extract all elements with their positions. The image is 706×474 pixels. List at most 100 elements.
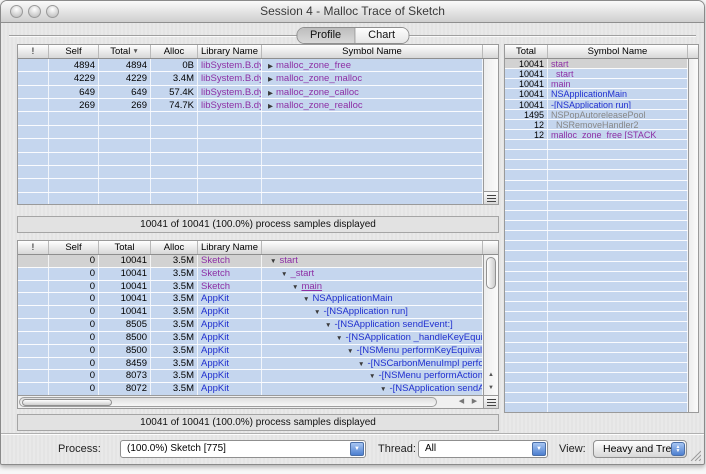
table-row[interactable] [505,211,688,221]
table-row[interactable]: 085053.5MAppKit▼-[NSApplication sendEven… [18,319,483,332]
column-header-symbol-name[interactable]: Symbol Name [262,45,483,58]
table-row[interactable] [505,150,688,160]
disclosure-expanded-icon[interactable]: ▼ [336,335,342,342]
scroll-up-arrow-icon[interactable]: ▲ [484,369,498,381]
table-row[interactable] [505,353,688,363]
table-row[interactable]: 0100413.5MAppKit▼NSApplicationMain [18,293,483,306]
table-row[interactable]: 0100413.5MAppKit▼-[NSApplication run] [18,306,483,319]
table-row[interactable]: 64964957.4KlibSystem.B.dylib▶malloc_zone… [18,86,483,99]
table-row[interactable] [505,191,688,201]
outline-toggle-button[interactable] [484,191,498,204]
disclosure-expanded-icon[interactable]: ▼ [270,258,276,265]
disclosure-expanded-icon[interactable]: ▼ [281,271,287,278]
table-row[interactable] [505,312,688,322]
table-row[interactable]: 080733.5MAppKit▼-[NSMenu performActionFo… [18,370,483,383]
dropdown-button[interactable]: ▼ [350,442,364,456]
disclosure-expanded-icon[interactable]: ▼ [380,386,386,393]
disclosure-expanded-icon[interactable]: ▼ [369,373,375,380]
table-row[interactable]: 10041main [505,79,688,89]
table-row[interactable]: 085003.5MAppKit▼-[NSMenu performKeyEquiv… [18,345,483,358]
disclosure-expanded-icon[interactable]: ▼ [358,361,364,368]
resize-grip[interactable] [690,450,701,461]
view-select[interactable]: Heavy and Tree ▲ ▼ [593,440,687,458]
table-row[interactable] [505,272,688,282]
column-header-symbol-name[interactable]: Symbol Name [548,45,688,58]
column-header-self[interactable]: Self [49,241,99,254]
tree-table-vertical-scrollbar[interactable]: ▲ ▼ [483,255,498,395]
table-row[interactable] [18,112,483,125]
table-row[interactable] [505,170,688,180]
table-row[interactable] [505,393,688,403]
disclosure-expanded-icon[interactable]: ▼ [292,284,298,291]
table-row[interactable]: 0100413.5MSketch▼_start [18,268,483,281]
title-bar[interactable]: Session 4 - Malloc Trace of Sketch [1,1,704,23]
popup-button[interactable]: ▲ ▼ [671,442,685,456]
table-row[interactable]: 10041NSApplicationMain [505,89,688,99]
disclosure-expanded-icon[interactable]: ▼ [347,348,353,355]
vertical-scroll-thumb[interactable] [486,257,496,289]
table-row[interactable]: 10041_start [505,69,688,79]
column-header-library-name[interactable]: Library Name [198,241,262,254]
tree-table-horizontal-scrollbar[interactable]: ◀ ▶ [18,395,483,408]
scroll-down-arrow-icon[interactable]: ▼ [484,382,498,394]
table-row[interactable] [505,140,688,150]
horizontal-scroll-thumb[interactable] [22,399,112,406]
table-row[interactable] [505,201,688,211]
disclosure-expanded-icon[interactable]: ▼ [303,296,309,303]
table-row[interactable]: 1495NSPopAutoreleasePool [505,110,688,120]
table-row[interactable] [18,193,483,204]
table-row[interactable]: 422942293.4MlibSystem.B.dylib▶malloc_zon… [18,72,483,85]
disclosure-collapsed-icon[interactable]: ▶ [268,63,273,70]
table-row[interactable]: 0100413.5MSketch▼main [18,281,483,294]
column-header-total[interactable]: Total▼ [99,45,151,58]
column-header-total[interactable]: Total [99,241,151,254]
table-row[interactable]: 085003.5MAppKit▼-[NSApplication _handleK… [18,332,483,345]
outline-toggle-button[interactable] [483,395,498,408]
table-row[interactable]: 080723.5MAppKit▼-[NSApplication sendActi… [18,383,483,395]
column-header-symbol[interactable] [262,241,483,254]
table-row[interactable]: 12malloc_zone_free [STACK [505,130,688,140]
zoom-button[interactable] [46,5,59,18]
disclosure-expanded-icon[interactable]: ▼ [314,309,320,316]
scroll-right-arrow-icon[interactable]: ▶ [468,396,481,408]
table-row[interactable] [505,332,688,342]
tab-chart[interactable]: Chart [355,28,408,43]
table-row[interactable] [18,166,483,179]
close-button[interactable] [10,5,23,18]
disclosure-expanded-icon[interactable]: ▼ [325,322,331,329]
tab-profile[interactable]: Profile [297,28,355,43]
table-row[interactable] [505,231,688,241]
table-row[interactable] [18,139,483,152]
table-row[interactable]: 489448940BlibSystem.B.dylib▶malloc_zone_… [18,59,483,72]
heavy-table-vertical-scrollbar[interactable] [483,59,498,204]
table-row[interactable] [18,179,483,192]
table-row[interactable]: 084593.5MAppKit▼-[NSCarbonMenuImpl perfo… [18,358,483,371]
table-row[interactable] [505,343,688,353]
dropdown-button[interactable]: ▼ [532,442,546,456]
column-header-total[interactable]: Total [505,45,548,58]
table-row[interactable] [505,181,688,191]
column-header--[interactable]: ! [18,45,49,58]
scroll-left-arrow-icon[interactable]: ◀ [455,396,468,408]
column-header--[interactable]: ! [18,241,49,254]
table-row[interactable]: 0100413.5MSketch▼start [18,255,483,268]
table-row[interactable] [505,383,688,393]
table-row[interactable] [505,403,688,412]
table-row[interactable]: 12_NSRemoveHandler2 [505,120,688,130]
disclosure-collapsed-icon[interactable]: ▶ [268,76,273,83]
disclosure-collapsed-icon[interactable]: ▶ [268,103,273,110]
table-row[interactable] [18,126,483,139]
column-header-self[interactable]: Self [49,45,99,58]
table-row[interactable] [505,251,688,261]
table-row[interactable] [505,322,688,332]
table-row[interactable] [505,292,688,302]
table-row[interactable]: 10041start [505,59,688,69]
thread-select[interactable]: All ▼ [418,440,548,458]
table-row[interactable]: 26926974.7KlibSystem.B.dylib▶malloc_zone… [18,99,483,112]
disclosure-collapsed-icon[interactable]: ▶ [268,90,273,97]
table-row[interactable] [505,160,688,170]
horizontal-scroll-track[interactable] [19,397,437,407]
column-header-library-name[interactable]: Library Name [198,45,262,58]
column-header-alloc[interactable]: Alloc [151,241,198,254]
table-row[interactable] [505,302,688,312]
